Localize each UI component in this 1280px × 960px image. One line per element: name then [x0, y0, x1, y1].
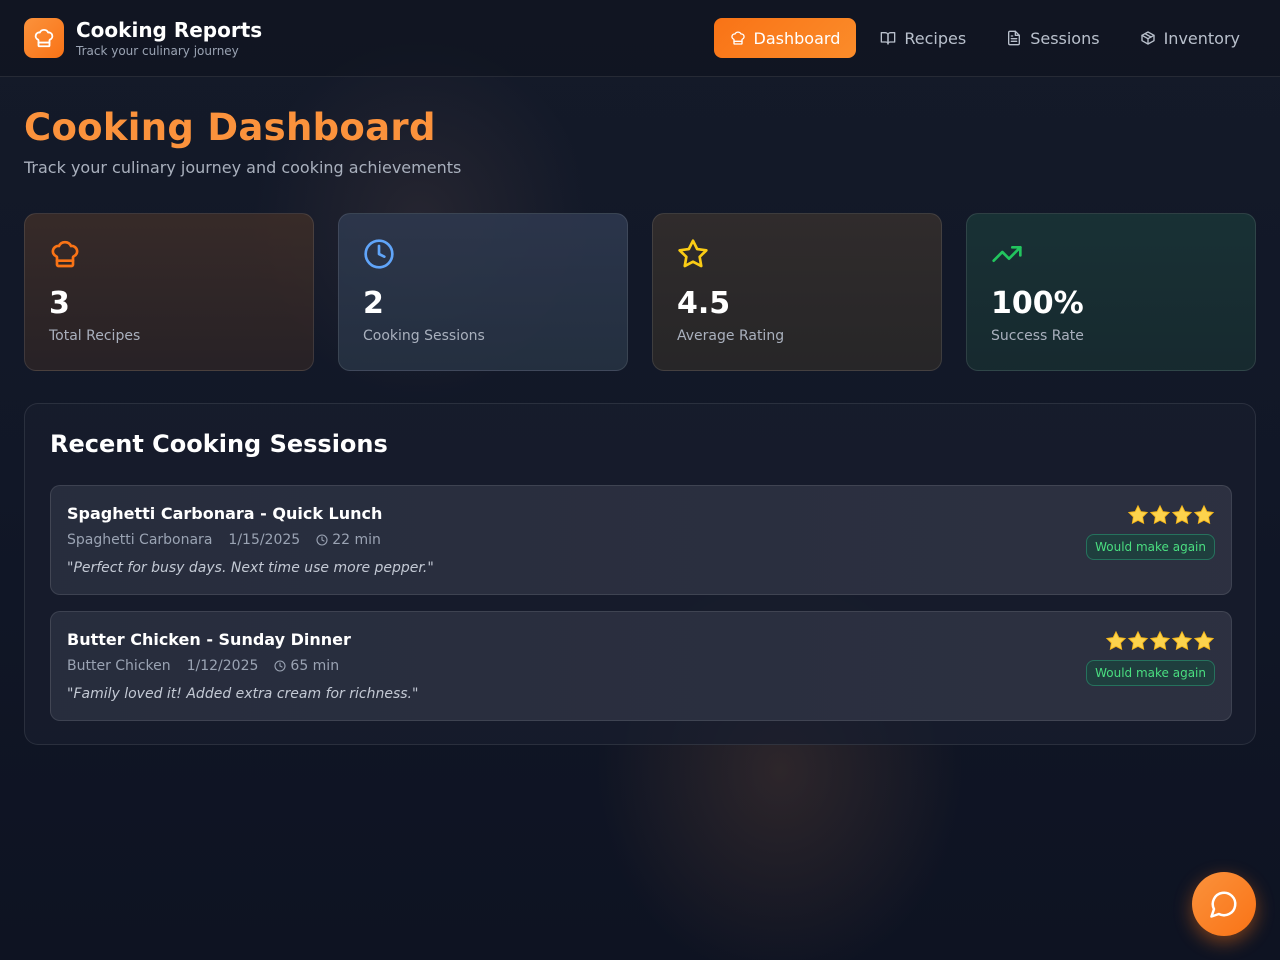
star-icon — [1149, 504, 1171, 525]
chef-hat-icon — [730, 31, 745, 45]
session-recipe: Butter Chicken — [67, 658, 171, 674]
nav-inventory[interactable]: Inventory — [1124, 18, 1256, 58]
chat-button[interactable] — [1192, 872, 1256, 936]
nav-recipes-label: Recipes — [904, 28, 967, 48]
session-duration: 22 min — [316, 532, 381, 548]
package-icon — [1140, 31, 1155, 45]
stat-value: 4.5 — [677, 286, 731, 321]
would-make-again-badge: Would make again — [1086, 660, 1215, 686]
star-icon — [1149, 630, 1171, 651]
star-icon — [1171, 630, 1193, 651]
stat-card-total-recipes: 3 Total Recipes — [24, 213, 314, 371]
rating-stars — [1105, 630, 1215, 652]
session-title: Spaghetti Carbonara - Quick Lunch — [67, 504, 383, 523]
nav-sessions-label: Sessions — [1030, 28, 1100, 48]
star-icon — [1193, 630, 1215, 651]
clock-icon — [316, 534, 328, 546]
clock-icon — [274, 660, 286, 672]
recent-sessions-panel: Recent Cooking Sessions Spaghetti Carbon… — [24, 403, 1256, 745]
session-duration-value: 65 min — [290, 658, 340, 674]
stat-card-success-rate: 100% Success Rate — [966, 213, 1256, 371]
session-card[interactable]: Spaghetti Carbonara - Quick Lunch Spaghe… — [50, 485, 1232, 595]
nav-dashboard-label: Dashboard — [753, 28, 841, 48]
nav-sessions[interactable]: Sessions — [990, 18, 1115, 58]
app-subtitle: Track your culinary journey — [76, 44, 239, 58]
clock-icon — [364, 239, 394, 269]
stat-label: Average Rating — [677, 328, 785, 344]
session-date: 1/15/2025 — [228, 532, 301, 548]
would-make-again-badge: Would make again — [1086, 534, 1215, 560]
session-note: "Family loved it! Added extra cream for … — [67, 686, 419, 702]
session-recipe: Spaghetti Carbonara — [67, 532, 213, 548]
nav-dashboard[interactable]: Dashboard — [713, 18, 857, 58]
nav-inventory-label: Inventory — [1163, 28, 1240, 48]
star-icon — [1127, 504, 1149, 525]
page-title: Cooking Dashboard — [24, 106, 436, 149]
app-title: Cooking Reports — [76, 18, 263, 42]
chef-hat-icon — [51, 240, 79, 268]
file-text-icon — [1008, 30, 1021, 46]
session-meta: Butter Chicken 1/12/2025 65 min — [67, 658, 339, 674]
star-icon — [1127, 630, 1149, 651]
star-icon — [1105, 630, 1127, 651]
main-nav: Dashboard Recipes Sessions Inventory — [713, 18, 1256, 58]
star-icon — [1193, 504, 1215, 525]
stat-value: 3 — [49, 286, 70, 321]
session-title: Butter Chicken - Sunday Dinner — [67, 630, 351, 649]
message-circle-icon — [1210, 891, 1237, 918]
stat-label: Total Recipes — [49, 328, 141, 344]
stat-value: 100% — [991, 286, 1084, 321]
app-header: Cooking Reports Track your culinary jour… — [0, 0, 1280, 77]
stat-value: 2 — [363, 286, 384, 321]
book-open-icon — [881, 31, 896, 45]
session-meta: Spaghetti Carbonara 1/15/2025 22 min — [67, 532, 381, 548]
session-card[interactable]: Butter Chicken - Sunday Dinner Butter Ch… — [50, 611, 1232, 721]
session-duration: 65 min — [274, 658, 339, 674]
star-icon — [1171, 504, 1193, 525]
page-subtitle: Track your culinary journey and cooking … — [24, 158, 462, 177]
stat-label: Success Rate — [991, 328, 1084, 344]
stat-card-cooking-sessions: 2 Cooking Sessions — [338, 213, 628, 371]
star-icon — [678, 239, 708, 268]
chef-hat-icon — [34, 28, 54, 48]
recent-sessions-title: Recent Cooking Sessions — [50, 430, 388, 458]
session-duration-value: 22 min — [332, 532, 381, 548]
stat-card-average-rating: 4.5 Average Rating — [652, 213, 942, 371]
stat-label: Cooking Sessions — [363, 328, 485, 344]
session-note: "Perfect for busy days. Next time use mo… — [67, 560, 434, 576]
app-logo[interactable] — [24, 18, 64, 58]
session-date: 1/12/2025 — [186, 658, 259, 674]
trending-up-icon — [992, 246, 1022, 262]
nav-recipes[interactable]: Recipes — [864, 18, 982, 58]
rating-stars — [1127, 504, 1215, 526]
